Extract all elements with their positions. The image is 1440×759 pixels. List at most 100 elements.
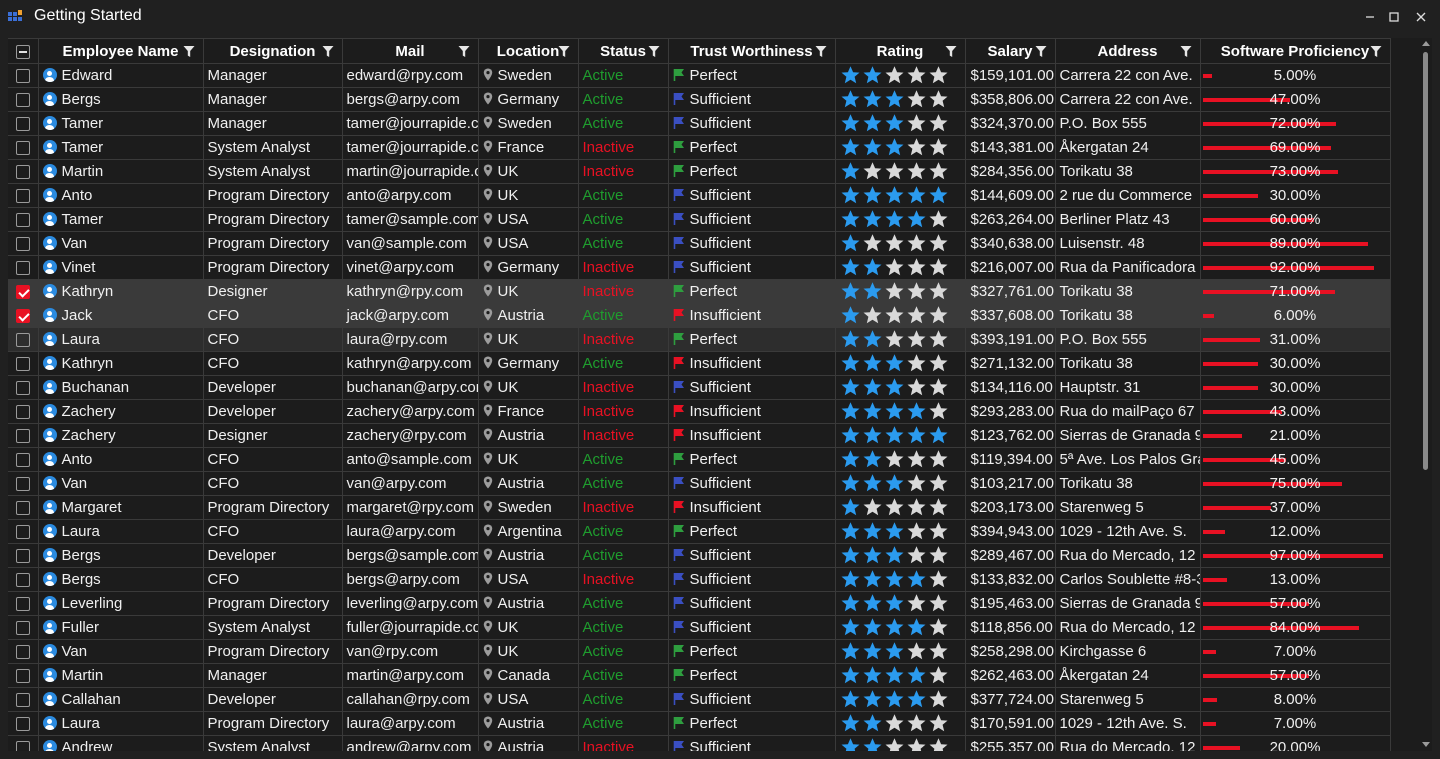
rating-stars[interactable] bbox=[840, 233, 949, 253]
row-checkbox[interactable] bbox=[15, 405, 30, 420]
designation-cell[interactable]: System Analyst bbox=[203, 615, 343, 640]
designation-cell[interactable]: System Analyst bbox=[203, 159, 343, 184]
salary-cell[interactable]: $119,394.00 bbox=[965, 447, 1056, 472]
rating-cell[interactable] bbox=[835, 615, 966, 640]
employee-name-cell[interactable]: Andrew bbox=[38, 735, 204, 751]
rating-cell[interactable] bbox=[835, 591, 966, 616]
employee-name-cell[interactable]: Callahan bbox=[38, 687, 204, 712]
location-cell[interactable]: Austria bbox=[478, 471, 579, 496]
scroll-down-arrow-icon[interactable] bbox=[1422, 742, 1430, 747]
salary-cell[interactable]: $255,357.00 bbox=[965, 735, 1056, 751]
salary-cell[interactable]: $118,856.00 bbox=[965, 615, 1056, 640]
proficiency-cell[interactable]: 8.00% bbox=[1200, 687, 1391, 712]
rating-cell[interactable] bbox=[835, 543, 966, 568]
rating-stars[interactable] bbox=[840, 641, 949, 661]
row-checkbox[interactable] bbox=[15, 165, 30, 180]
row-select-cell[interactable] bbox=[8, 159, 39, 184]
table-row[interactable]: Van Program Directory van@sample.com USA Act… bbox=[8, 231, 1391, 256]
proficiency-cell[interactable]: 12.00% bbox=[1200, 519, 1391, 544]
location-cell[interactable]: USA bbox=[478, 567, 579, 592]
salary-cell[interactable]: $134,116.00 bbox=[965, 375, 1056, 400]
designation-cell[interactable]: Program Directory bbox=[203, 183, 343, 208]
rating-cell[interactable] bbox=[835, 279, 966, 304]
row-checkbox[interactable] bbox=[15, 573, 30, 588]
salary-cell[interactable]: $262,463.00 bbox=[965, 663, 1056, 688]
location-cell[interactable]: USA bbox=[478, 231, 579, 256]
designation-cell[interactable]: Designer bbox=[203, 423, 343, 448]
status-cell[interactable]: Inactive bbox=[578, 279, 669, 304]
status-cell[interactable]: Inactive bbox=[578, 399, 669, 424]
row-select-cell[interactable] bbox=[8, 399, 39, 424]
salary-cell[interactable]: $203,173.00 bbox=[965, 495, 1056, 520]
table-row[interactable]: Margaret Program Directory margaret@rpy.co… bbox=[8, 495, 1391, 520]
salary-cell[interactable]: $324,370.00 bbox=[965, 111, 1056, 136]
table-row[interactable]: Martin Manager martin@arpy.com Canada Active… bbox=[8, 663, 1391, 688]
table-row[interactable]: Leverling Program Directory leverling@arpy… bbox=[8, 591, 1391, 616]
proficiency-cell[interactable]: 30.00% bbox=[1200, 183, 1391, 208]
address-cell[interactable]: Rua da Panificadora 12 bbox=[1055, 255, 1201, 280]
status-cell[interactable]: Active bbox=[578, 303, 669, 328]
mail-cell[interactable]: callahan@rpy.com bbox=[342, 687, 479, 712]
salary-cell[interactable]: $327,761.00 bbox=[965, 279, 1056, 304]
location-cell[interactable]: UK bbox=[478, 279, 579, 304]
designation-cell[interactable]: Program Directory bbox=[203, 255, 343, 280]
row-select-cell[interactable] bbox=[8, 207, 39, 232]
mail-cell[interactable]: anto@arpy.com bbox=[342, 183, 479, 208]
proficiency-cell[interactable]: 57.00% bbox=[1200, 663, 1391, 688]
rating-cell[interactable] bbox=[835, 423, 966, 448]
table-row[interactable]: Van CFO van@arpy.com Austria Active Sufficien… bbox=[8, 471, 1391, 496]
row-checkbox[interactable] bbox=[15, 237, 30, 252]
table-row[interactable]: Callahan Developer callahan@rpy.com USA Acti… bbox=[8, 687, 1391, 712]
address-cell[interactable]: Sierras de Granada 9993 bbox=[1055, 423, 1201, 448]
trust-cell[interactable]: Perfect bbox=[668, 447, 836, 472]
rating-stars[interactable] bbox=[840, 569, 949, 589]
rating-cell[interactable] bbox=[835, 303, 966, 328]
mail-cell[interactable]: vinet@arpy.com bbox=[342, 255, 479, 280]
location-cell[interactable]: France bbox=[478, 399, 579, 424]
location-cell[interactable]: Austria bbox=[478, 591, 579, 616]
employee-name-cell[interactable]: Tamer bbox=[38, 111, 204, 136]
rating-stars[interactable] bbox=[840, 377, 949, 397]
address-cell[interactable]: Starenweg 5 bbox=[1055, 687, 1201, 712]
status-cell[interactable]: Active bbox=[578, 519, 669, 544]
table-row[interactable]: Kathryn Designer kathryn@rpy.com UK Inactive… bbox=[8, 279, 1391, 304]
salary-cell[interactable]: $377,724.00 bbox=[965, 687, 1056, 712]
proficiency-cell[interactable]: 21.00% bbox=[1200, 423, 1391, 448]
address-cell[interactable]: Åkergatan 24 bbox=[1055, 135, 1201, 160]
proficiency-cell[interactable]: 75.00% bbox=[1200, 471, 1391, 496]
status-cell[interactable]: Active bbox=[578, 231, 669, 256]
trust-cell[interactable]: Sufficient bbox=[668, 591, 836, 616]
employee-name-cell[interactable]: Margaret bbox=[38, 495, 204, 520]
trust-cell[interactable]: Insufficient bbox=[668, 303, 836, 328]
trust-cell[interactable]: Perfect bbox=[668, 519, 836, 544]
table-row[interactable]: Tamer Managertamer@jourrapide.com Sweden Ac… bbox=[8, 111, 1391, 136]
mail-cell[interactable]: andrew@arpy.com bbox=[342, 735, 479, 751]
rating-cell[interactable] bbox=[835, 447, 966, 472]
rating-cell[interactable] bbox=[835, 231, 966, 256]
row-checkbox[interactable] bbox=[15, 741, 30, 751]
designation-cell[interactable]: Developer bbox=[203, 543, 343, 568]
column-header-trust[interactable]: Trust Worthiness bbox=[668, 38, 836, 64]
row-checkbox[interactable] bbox=[15, 213, 30, 228]
rating-stars[interactable] bbox=[840, 713, 949, 733]
proficiency-cell[interactable]: 47.00% bbox=[1200, 87, 1391, 112]
row-checkbox[interactable] bbox=[15, 69, 30, 84]
salary-cell[interactable]: $258,298.00 bbox=[965, 639, 1056, 664]
table-row[interactable]: Kathryn CFO kathryn@arpy.com Germany Active I… bbox=[8, 351, 1391, 376]
proficiency-cell[interactable]: 89.00% bbox=[1200, 231, 1391, 256]
rating-stars[interactable] bbox=[840, 425, 949, 445]
location-cell[interactable]: Austria bbox=[478, 543, 579, 568]
status-cell[interactable]: Active bbox=[578, 351, 669, 376]
rating-cell[interactable] bbox=[835, 399, 966, 424]
row-select-cell[interactable] bbox=[8, 303, 39, 328]
employee-name-cell[interactable]: Martin bbox=[38, 663, 204, 688]
rating-stars[interactable] bbox=[840, 593, 949, 613]
employee-name-cell[interactable]: Zachery bbox=[38, 399, 204, 424]
rating-cell[interactable] bbox=[835, 135, 966, 160]
proficiency-cell[interactable]: 20.00% bbox=[1200, 735, 1391, 751]
rating-cell[interactable] bbox=[835, 735, 966, 751]
location-cell[interactable]: Austria bbox=[478, 303, 579, 328]
trust-cell[interactable]: Sufficient bbox=[668, 735, 836, 751]
trust-cell[interactable]: Insufficient bbox=[668, 399, 836, 424]
employee-name-cell[interactable]: Anto bbox=[38, 447, 204, 472]
